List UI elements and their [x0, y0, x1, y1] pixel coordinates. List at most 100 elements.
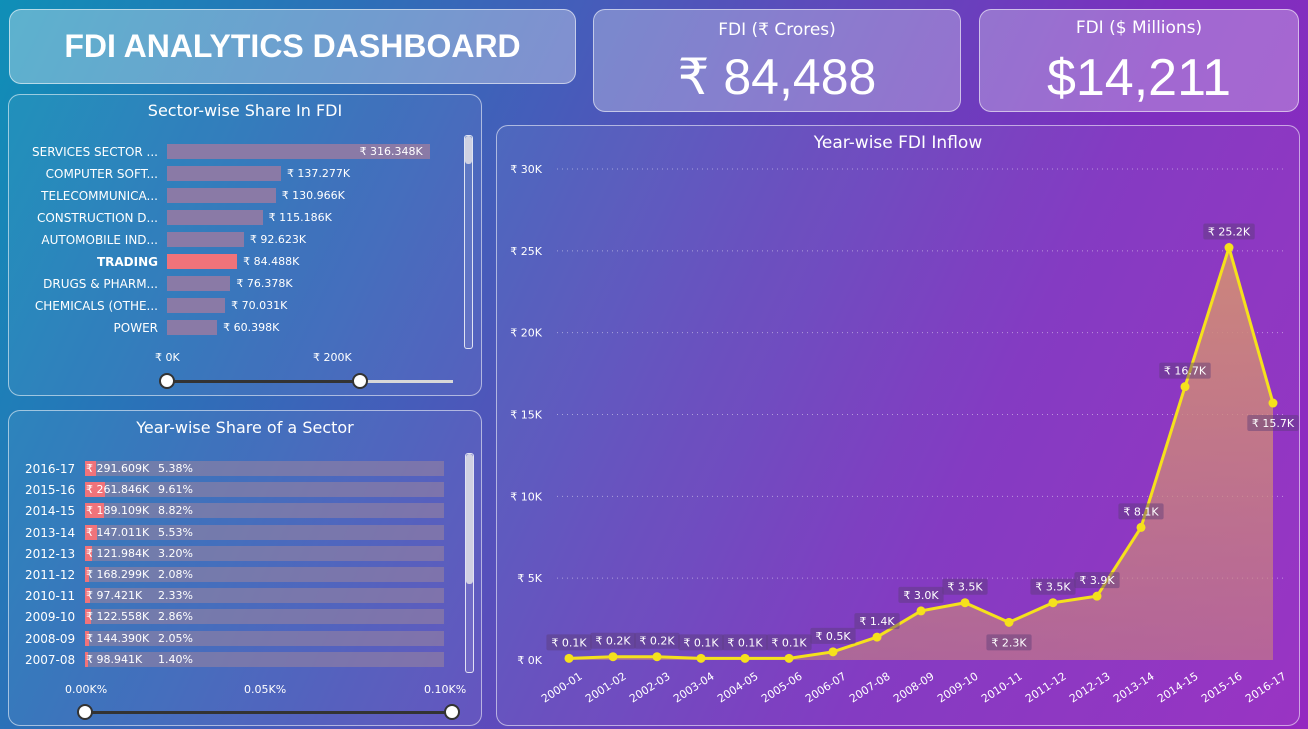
sector-bar-value: ₹ 316.348K [359, 145, 423, 158]
y-tick-label: ₹ 20K [510, 327, 542, 340]
data-point [1268, 398, 1278, 408]
year-row-label[interactable]: 2010-11 [25, 589, 75, 603]
year-bar-percent: 9.61% [158, 483, 193, 497]
x-tick-label: 2003-04 [671, 670, 717, 706]
sector-bar[interactable] [167, 188, 276, 203]
year-bar-amount: ₹ 97.421K [86, 589, 143, 603]
sector-row-label[interactable]: SERVICES SECTOR ... [9, 145, 158, 159]
data-point [1180, 382, 1190, 392]
data-label: ₹ 0.1K [727, 636, 763, 649]
sector-bar-value: ₹ 70.031K [231, 299, 288, 312]
x-tick-label: 2006-07 [803, 670, 849, 706]
dashboard-title-card: FDI ANALYTICS DASHBOARD [9, 9, 576, 84]
year-slider-min-handle[interactable] [77, 704, 93, 720]
data-label: ₹ 25.2K [1208, 226, 1251, 239]
data-label: ₹ 2.3K [991, 636, 1027, 649]
sector-row-label[interactable]: AUTOMOBILE IND... [9, 233, 158, 247]
x-tick-label: 2015-16 [1199, 670, 1245, 706]
data-point [696, 653, 706, 663]
data-label: ₹ 0.1K [771, 636, 807, 649]
year-bar-percent: 2.33% [158, 589, 193, 603]
sector-bar[interactable] [167, 320, 218, 335]
x-tick-label: 2002-03 [627, 670, 673, 706]
year-slider-max-handle[interactable] [444, 704, 460, 720]
sector-share-panel: Sector-wise Share In FDI SERVICES SECTOR… [8, 94, 482, 396]
year-bar-percent: 5.53% [158, 525, 193, 539]
y-tick-label: ₹ 5K [517, 572, 542, 585]
data-label: ₹ 3.5K [1035, 581, 1071, 594]
kpi-card-crores: FDI (₹ Crores) ₹ 84,488 [593, 9, 961, 112]
sector-row-label[interactable]: CONSTRUCTION D... [9, 211, 158, 225]
year-bar-percent: 2.08% [158, 568, 193, 581]
sector-bar-value: ₹ 115.186K [268, 211, 332, 224]
data-label: ₹ 1.4K [859, 615, 895, 628]
year-row-label[interactable]: 2014-15 [25, 504, 75, 518]
sector-slider-min-handle[interactable] [159, 373, 175, 389]
sector-row-label[interactable]: POWER [9, 321, 158, 335]
data-label: ₹ 0.1K [683, 636, 719, 649]
sector-bar[interactable] [167, 276, 231, 291]
data-point [564, 653, 574, 663]
year-axis-label-2: 0.10K% [424, 683, 467, 696]
sector-scrollbar-thumb[interactable] [465, 136, 472, 164]
sector-row-label[interactable]: COMPUTER SOFT... [9, 167, 158, 181]
sector-axis-label-max: ₹ 200K [313, 351, 352, 364]
x-tick-label: 2004-05 [715, 670, 761, 706]
y-tick-label: ₹ 15K [510, 409, 542, 422]
y-tick-label: ₹ 10K [510, 490, 542, 503]
year-bar-percent: 2.05% [158, 631, 193, 645]
sector-bar[interactable] [167, 254, 238, 269]
year-row-label[interactable]: 2013-14 [25, 526, 75, 540]
year-scrollbar[interactable] [465, 453, 474, 673]
y-tick-label: ₹ 25K [510, 245, 542, 258]
x-tick-label: 2000-01 [539, 670, 585, 706]
sector-row-label[interactable]: CHEMICALS (OTHE... [9, 299, 158, 313]
y-tick-label: ₹ 30K [510, 163, 542, 176]
sector-bar-value: ₹ 60.398K [223, 321, 280, 334]
year-row-label[interactable]: 2012-13 [25, 547, 75, 561]
year-row-label[interactable]: 2011-12 [25, 568, 75, 582]
year-bar-percent: 2.86% [158, 610, 193, 624]
kpi-value-crores: ₹ 84,488 [677, 49, 877, 105]
sector-bar-value: ₹ 130.966K [281, 189, 345, 202]
year-row-label[interactable]: 2008-09 [25, 632, 75, 646]
year-row-label[interactable]: 2007-08 [25, 653, 75, 667]
year-bar-amount: ₹ 291.609K [86, 462, 150, 475]
data-label: ₹ 3.5K [947, 581, 983, 594]
data-point [916, 606, 926, 616]
year-bar-amount: ₹ 144.390K [86, 631, 150, 645]
year-bar-percent: 3.20% [158, 546, 193, 560]
year-row-label[interactable]: 2015-16 [25, 483, 75, 497]
x-tick-label: 2008-09 [891, 670, 937, 706]
y-tick-label: ₹ 0K [517, 654, 542, 667]
sector-scrollbar[interactable] [464, 135, 473, 349]
sector-bar[interactable] [167, 298, 226, 313]
year-bar-amount: ₹ 122.558K [86, 610, 150, 624]
year-bar-amount: ₹ 98.941K [86, 652, 143, 666]
data-point [828, 647, 838, 657]
data-point [784, 653, 794, 663]
sector-row-label[interactable]: TRADING [9, 255, 158, 269]
sector-slider-max-handle[interactable] [352, 373, 368, 389]
year-axis-label-1: 0.05K% [244, 683, 287, 696]
sector-bar[interactable] [167, 166, 281, 181]
sector-bar-value: ₹ 84.488K [243, 255, 300, 268]
sector-bar[interactable] [167, 210, 263, 225]
kpi-label-crores: FDI (₹ Crores) [718, 20, 836, 40]
year-bar-amount: ₹ 261.846K [86, 483, 150, 497]
data-point [1136, 522, 1146, 532]
sector-row-label[interactable]: DRUGS & PHARM... [9, 277, 158, 291]
data-point [960, 598, 970, 608]
x-tick-label: 2007-08 [847, 670, 893, 706]
sector-row-label[interactable]: TELECOMMUNICA... [9, 189, 158, 203]
sector-panel-title: Sector-wise Share In FDI [147, 101, 343, 120]
year-row-label[interactable]: 2016-17 [25, 462, 75, 476]
year-bar-percent: 8.82% [158, 504, 193, 518]
data-point [608, 652, 618, 662]
data-point [652, 652, 662, 662]
year-bar-amount: ₹ 147.011K [86, 525, 150, 539]
year-scrollbar-thumb[interactable] [466, 454, 473, 584]
sector-bar[interactable] [167, 232, 244, 247]
kpi-card-millions: FDI ($ Millions) $14,211 [979, 9, 1299, 112]
year-row-label[interactable]: 2009-10 [25, 610, 75, 624]
